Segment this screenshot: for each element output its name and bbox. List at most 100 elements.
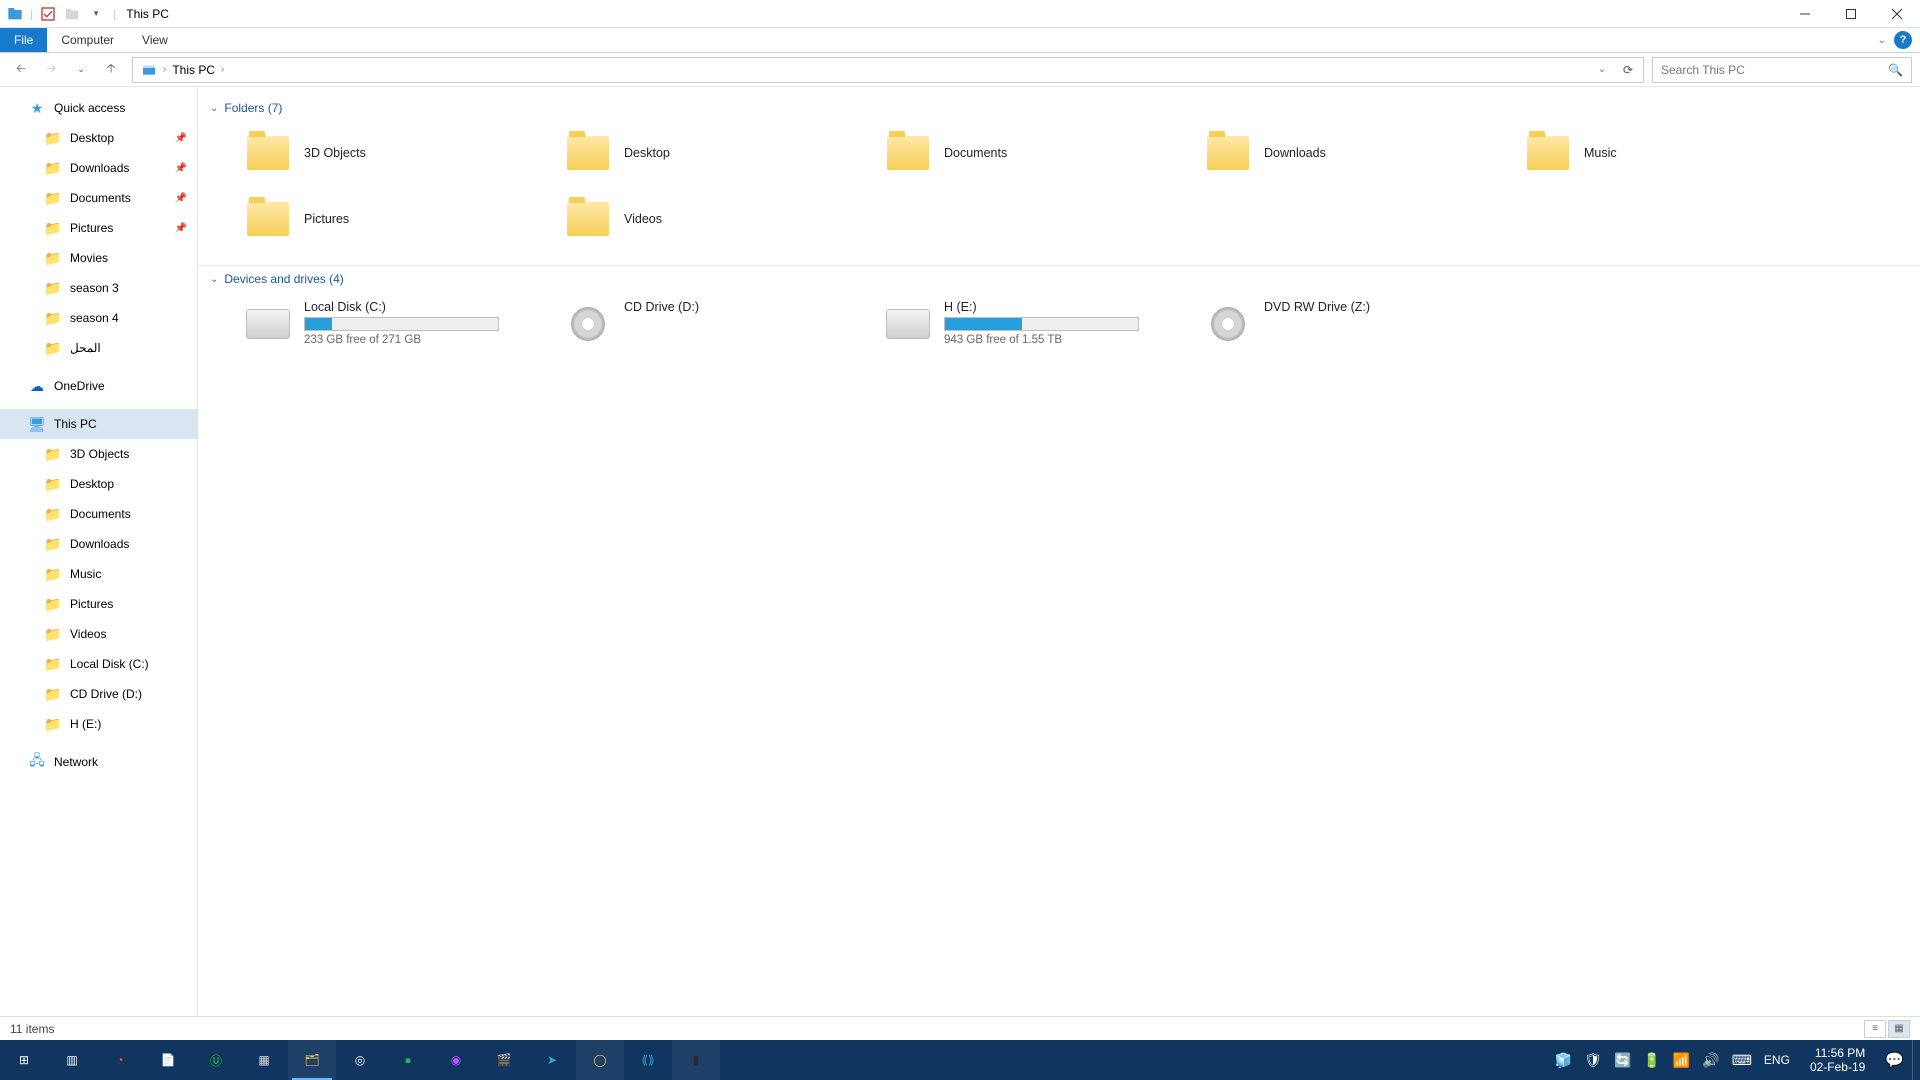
taskbar-movies[interactable]: 🎬 [480,1040,528,1080]
start-icon: ⊞ [19,1053,29,1067]
taskbar-explorer[interactable]: 🗂 [288,1040,336,1080]
spotify-icon: ● [404,1053,411,1067]
tiles-view-button[interactable]: ▦ [1888,1020,1910,1038]
content-area: ⌄ Folders (7) 3D Objects Desktop Documen… [198,87,1920,1016]
folder-tile-3d-objects[interactable]: 3D Objects [238,125,558,181]
tab-computer[interactable]: Computer [47,28,128,52]
group-header-drives[interactable]: ⌄ Devices and drives (4) [198,266,1920,292]
sidebar-network[interactable]: 🖧 Network [0,747,197,777]
sidebar-this-pc[interactable]: 🖥 This PC [0,409,197,439]
action-center-icon[interactable]: 💬 [1885,1051,1904,1069]
folder-tile-documents[interactable]: Documents [878,125,1198,181]
sidebar-item-pictures[interactable]: 📁 Pictures [0,589,197,619]
sidebar-item-documents[interactable]: 📁 Documents 📌 [0,183,197,213]
tray-clock[interactable]: 11:56 PM 02-Feb-19 [1802,1046,1873,1075]
explorer-icon: 🗂 [304,1053,319,1067]
qat-dropdown-icon[interactable]: ▾ [87,5,105,23]
folder-icon: 📁 [44,475,62,493]
properties-icon[interactable] [39,5,57,23]
details-view-button[interactable]: ≡ [1864,1020,1886,1038]
taskbar-terminal[interactable]: ▮ [672,1040,720,1080]
drive-tile-h-e-[interactable]: H (E:) 943 GB free of 1.55 TB [878,296,1198,352]
cloud-icon: ☁ [28,377,46,395]
new-folder-icon[interactable] [63,5,81,23]
sidebar-onedrive[interactable]: ☁ OneDrive [0,371,197,401]
taskbar-media[interactable]: ◉ [432,1040,480,1080]
sidebar-item-music[interactable]: 📁 Music [0,559,197,589]
folder-icon: 📁 [44,189,62,207]
sidebar-quick-access[interactable]: ★ Quick access [0,93,197,123]
taskbar-edge[interactable]: ◔ [96,1040,144,1080]
tray-sync-icon[interactable]: 🔄 [1614,1052,1631,1069]
taskbar-utorrent[interactable]: Ⓤ [192,1040,240,1080]
tray-security-icon[interactable]: 🛡 [1584,1052,1602,1069]
taskbar-notepad[interactable]: 📄 [144,1040,192,1080]
folder-icon: 📁 [44,339,62,357]
tray-battery-icon[interactable]: 🔋 [1643,1052,1660,1069]
tray-volume-icon[interactable]: 🔊 [1702,1052,1719,1069]
folder-tile-downloads[interactable]: Downloads [1198,125,1518,181]
sidebar-item-desktop[interactable]: 📁 Desktop 📌 [0,123,197,153]
folder-icon: 📁 [44,505,62,523]
sidebar-item-h-e-[interactable]: 📁 H (E:) [0,709,197,739]
tile-label: Videos [624,212,662,226]
taskbar-task-view[interactable]: ▥ [48,1040,96,1080]
minimize-button[interactable] [1782,0,1828,28]
sidebar-item-local-disk-c-[interactable]: 📁 Local Disk (C:) [0,649,197,679]
sidebar-item-desktop[interactable]: 📁 Desktop [0,469,197,499]
drive-tile-local-disk-c-[interactable]: Local Disk (C:) 233 GB free of 271 GB [238,296,558,352]
refresh-button[interactable]: ⟳ [1615,57,1641,83]
recent-dropdown-icon[interactable]: ⌄ [68,57,94,83]
sidebar-item-movies[interactable]: 📁 Movies [0,243,197,273]
back-button[interactable]: 🡠 [8,57,34,83]
sidebar-item-label: 3D Objects [70,447,129,461]
sidebar-item-downloads[interactable]: 📁 Downloads [0,529,197,559]
sidebar-item-cd-drive-d-[interactable]: 📁 CD Drive (D:) [0,679,197,709]
sidebar-item-المحل[interactable]: 📁 المحل [0,333,197,363]
sidebar-item-downloads[interactable]: 📁 Downloads 📌 [0,153,197,183]
chevron-right-icon[interactable]: › [221,64,224,75]
pin-icon: 📌 [175,193,187,204]
taskbar-telegram[interactable]: ➤ [528,1040,576,1080]
taskbar-chrome[interactable]: ◯ [576,1040,624,1080]
tab-file[interactable]: File [0,28,47,52]
tray-language[interactable]: ENG [1764,1053,1790,1067]
drive-tile-cd-drive-d-[interactable]: CD Drive (D:) [558,296,878,352]
breadcrumb-this-pc[interactable]: This PC [166,63,221,77]
collapse-icon[interactable]: ⌄ [210,103,218,114]
folder-tile-music[interactable]: Music [1518,125,1838,181]
close-button[interactable] [1874,0,1920,28]
address-bar[interactable]: › This PC › ⌄ ⟳ [132,57,1644,83]
forward-button[interactable]: 🡢 [38,57,64,83]
sidebar-item-pictures[interactable]: 📁 Pictures 📌 [0,213,197,243]
sidebar-item-season-3[interactable]: 📁 season 3 [0,273,197,303]
up-button[interactable]: 🡡 [98,57,124,83]
help-icon[interactable]: ? [1894,31,1912,49]
taskbar-vscode[interactable]: ⟪⟫ [624,1040,672,1080]
tile-label: H (E:) [944,300,1139,314]
maximize-button[interactable] [1828,0,1874,28]
taskbar-spotify[interactable]: ● [384,1040,432,1080]
folder-tile-pictures[interactable]: Pictures [238,191,558,247]
tray-keyboard-icon[interactable]: ⌨ [1732,1052,1752,1069]
group-header-folders[interactable]: ⌄ Folders (7) [198,95,1920,121]
search-input[interactable]: Search This PC 🔍 [1652,57,1912,83]
sidebar-item-documents[interactable]: 📁 Documents [0,499,197,529]
collapse-icon[interactable]: ⌄ [210,274,218,285]
sidebar-item-3d-objects[interactable]: 📁 3D Objects [0,439,197,469]
tray-wifi-icon[interactable]: 📶 [1673,1052,1690,1069]
folder-tile-desktop[interactable]: Desktop [558,125,878,181]
taskbar-settings-ring[interactable]: ◎ [336,1040,384,1080]
folder-tile-videos[interactable]: Videos [558,191,878,247]
edge-icon: ◔ [116,1053,123,1067]
sidebar-item-videos[interactable]: 📁 Videos [0,619,197,649]
taskbar-start[interactable]: ⊞ [0,1040,48,1080]
show-desktop-button[interactable] [1912,1040,1920,1080]
drive-tile-dvd-rw-drive-z-[interactable]: DVD RW Drive (Z:) [1198,296,1518,352]
sidebar-item-season-4[interactable]: 📁 season 4 [0,303,197,333]
ribbon-expand-icon[interactable]: ⌄ [1878,35,1886,46]
tab-view[interactable]: View [128,28,182,52]
tray-app-icon[interactable]: 🧊 [1555,1052,1572,1069]
address-dropdown-icon[interactable]: ⌄ [1589,57,1615,83]
taskbar-calculator[interactable]: ▦ [240,1040,288,1080]
